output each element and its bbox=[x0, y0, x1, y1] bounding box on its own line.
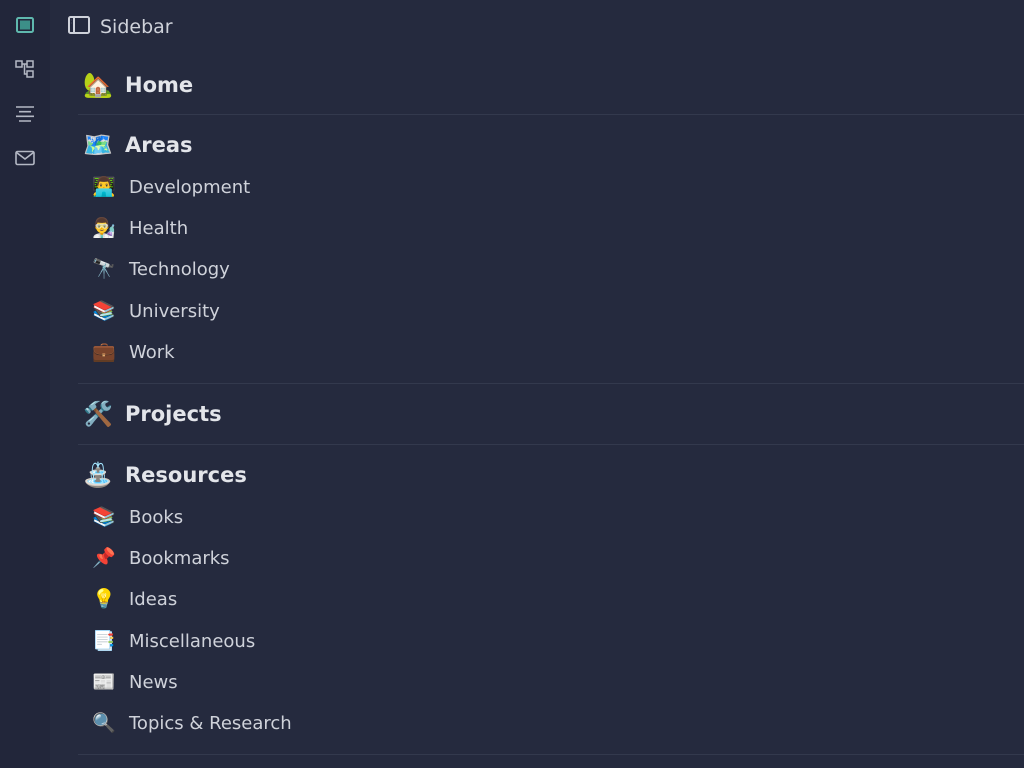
house-icon: 🏡 bbox=[83, 70, 113, 99]
sidebar-tree: 🏡 Home 🗺️ Areas 👨‍💻 Development 👨‍🔬 Heal… bbox=[78, 55, 1024, 756]
item-label: University bbox=[129, 300, 220, 322]
section-header-home[interactable]: 🏡 Home bbox=[78, 55, 1024, 114]
activity-rail bbox=[0, 0, 50, 768]
sidebar-panel-icon bbox=[68, 16, 90, 38]
section-title: Areas bbox=[125, 133, 193, 157]
mail-icon[interactable] bbox=[15, 148, 35, 168]
newspaper-icon: 📰 bbox=[92, 670, 116, 693]
section-resources: ⛲ Resources 📚 Books 📌 Bookmarks 💡 Ideas … bbox=[78, 445, 1024, 756]
list-item-bookmarks[interactable]: 📌 Bookmarks bbox=[78, 538, 1024, 579]
item-label: Miscellaneous bbox=[129, 630, 256, 652]
section-title: Projects bbox=[125, 401, 222, 426]
item-label: Work bbox=[129, 341, 175, 363]
list-item-work[interactable]: 💼 Work bbox=[78, 332, 1024, 373]
item-label: Health bbox=[129, 218, 189, 240]
sidebar-title: Sidebar bbox=[100, 16, 173, 38]
item-label: News bbox=[129, 671, 178, 693]
briefcase-icon: 💼 bbox=[92, 340, 116, 363]
sidebar-toggle-icon[interactable] bbox=[15, 15, 35, 35]
scientist-icon: 👨‍🔬 bbox=[92, 217, 116, 240]
technologist-icon: 👨‍💻 bbox=[92, 176, 116, 199]
list-item-health[interactable]: 👨‍🔬 Health bbox=[78, 208, 1024, 249]
item-label: Technology bbox=[129, 259, 230, 281]
list-item-miscellaneous[interactable]: 📑 Miscellaneous bbox=[78, 621, 1024, 662]
item-label: Development bbox=[129, 177, 251, 199]
section-title: Resources bbox=[125, 462, 247, 487]
bookmark-tabs-icon: 📑 bbox=[92, 629, 116, 652]
sidebar-app: Sidebar 🏡 Home 🗺️ Areas 👨‍💻 Development … bbox=[0, 0, 1024, 768]
section-areas: 🗺️ Areas 👨‍💻 Development 👨‍🔬 Health 🔭 Te… bbox=[78, 115, 1024, 384]
sidebar-header: Sidebar bbox=[68, 14, 173, 40]
item-label: Bookmarks bbox=[129, 548, 230, 570]
tools-icon: 🛠️ bbox=[83, 399, 113, 428]
telescope-icon: 🔭 bbox=[92, 258, 116, 281]
map-icon: 🗺️ bbox=[83, 131, 113, 159]
list-item-topics-research[interactable]: 🔍 Topics & Research bbox=[78, 703, 1024, 744]
section-header-projects[interactable]: 🛠️ Projects bbox=[78, 384, 1024, 444]
books-icon: 📚 bbox=[92, 506, 116, 529]
item-label: Topics & Research bbox=[129, 712, 292, 734]
list-item-news[interactable]: 📰 News bbox=[78, 662, 1024, 703]
item-label: Ideas bbox=[129, 589, 178, 611]
section-projects: 🛠️ Projects bbox=[78, 384, 1024, 445]
outline-icon[interactable] bbox=[15, 104, 35, 124]
magnifying-glass-icon: 🔍 bbox=[92, 711, 116, 734]
list-item-technology[interactable]: 🔭 Technology bbox=[78, 249, 1024, 290]
list-item-development[interactable]: 👨‍💻 Development bbox=[78, 167, 1024, 208]
section-home: 🏡 Home bbox=[78, 55, 1024, 115]
light-bulb-icon: 💡 bbox=[92, 588, 116, 611]
graph-icon[interactable] bbox=[15, 59, 35, 79]
section-title: Home bbox=[125, 72, 194, 97]
list-item-university[interactable]: 📚 University bbox=[78, 291, 1024, 332]
item-label: Books bbox=[129, 507, 184, 529]
books-icon: 📚 bbox=[92, 299, 116, 322]
section-items: 👨‍💻 Development 👨‍🔬 Health 🔭 Technology … bbox=[78, 167, 1024, 383]
section-header-areas[interactable]: 🗺️ Areas bbox=[78, 115, 1024, 175]
list-item-books[interactable]: 📚 Books bbox=[78, 497, 1024, 538]
fountain-icon: ⛲ bbox=[83, 460, 113, 489]
list-item-ideas[interactable]: 💡 Ideas bbox=[78, 579, 1024, 620]
pushpin-icon: 📌 bbox=[92, 547, 116, 570]
section-items: 📚 Books 📌 Bookmarks 💡 Ideas 📑 Miscellane… bbox=[78, 497, 1024, 754]
section-header-resources[interactable]: ⛲ Resources bbox=[78, 445, 1024, 505]
